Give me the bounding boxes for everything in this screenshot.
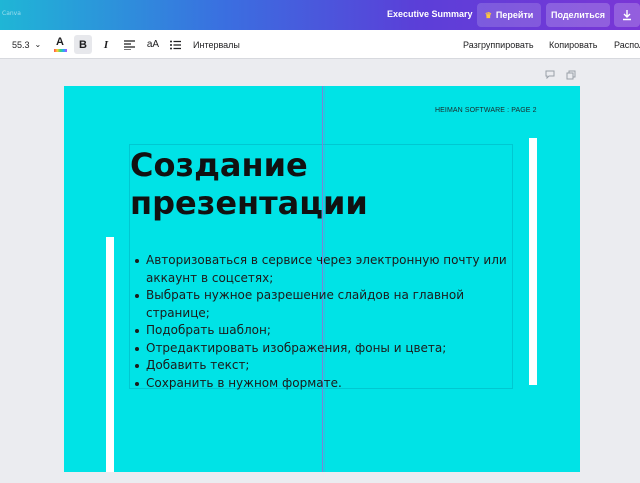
italic-button[interactable]: I (99, 30, 113, 59)
copy-label: Копировать (549, 39, 598, 50)
top-header: Canva Executive Summary ♛ Перейти Подели… (0, 0, 640, 30)
copy-button[interactable]: Копировать (549, 30, 597, 59)
arrange-label: Распол (614, 39, 640, 50)
list-item: Подобрать шаблон; (135, 322, 516, 340)
list-button[interactable] (168, 30, 182, 59)
list-item: Выбрать нужное разрешение слайдов на гла… (135, 287, 516, 322)
italic-icon: I (103, 38, 109, 51)
decorative-white-bar-right (529, 138, 537, 385)
share-button[interactable]: Поделиться (546, 3, 610, 27)
page-label[interactable]: HEIMAN SOFTWARE : PAGE 2 (435, 107, 537, 114)
text-color-button[interactable]: A (53, 30, 67, 59)
ungroup-label: Разгруппировать (463, 39, 534, 50)
arrange-button[interactable]: Распол (614, 30, 640, 59)
spacing-label: Интервалы (193, 39, 240, 50)
bold-button[interactable]: B (74, 35, 92, 54)
align-left-icon (123, 39, 135, 50)
font-size-value: 55.3 (12, 39, 30, 50)
ungroup-button[interactable]: Разгруппировать (463, 30, 534, 59)
bullet-list-icon (169, 40, 181, 49)
download-button[interactable] (614, 3, 640, 27)
comment-icon[interactable] (545, 70, 555, 82)
download-icon (623, 10, 631, 21)
logo-text[interactable]: Canva (2, 10, 21, 17)
document-title[interactable]: Executive Summary (387, 9, 473, 19)
crown-icon: ♛ (484, 10, 492, 20)
share-button-label: Поделиться (550, 10, 605, 20)
font-size-dropdown[interactable]: 55.3 ⌄ (12, 30, 41, 59)
letter-case-icon: aA (146, 39, 160, 50)
duplicate-page-icon[interactable] (566, 70, 576, 83)
color-bar (53, 49, 67, 52)
slide-page[interactable]: HEIMAN SOFTWARE : PAGE 2 Создание презен… (64, 86, 580, 472)
chevron-down-icon: ⌄ (34, 40, 42, 49)
list-item: Добавить текст; (135, 357, 516, 375)
go-button[interactable]: ♛ Перейти (477, 3, 541, 27)
list-item: Отредактировать изображения, фоны и цвет… (135, 340, 516, 358)
go-button-label: Перейти (495, 10, 534, 20)
text-toolbar: 55.3 ⌄ A B I aA Интервалы Разгруппироват… (0, 30, 640, 59)
align-button[interactable] (122, 30, 136, 59)
list-item: Сохранить в нужном формате. (135, 375, 516, 393)
text-color-icon: A (56, 36, 64, 48)
decorative-white-bar-left (106, 237, 114, 472)
spacing-button[interactable]: Интервалы (193, 30, 240, 59)
letter-case-button[interactable]: aA (145, 30, 161, 59)
bold-icon: B (79, 38, 87, 51)
slide-title[interactable]: Создание презентации (130, 146, 430, 222)
list-item: Авторизоваться в сервисе через электронн… (135, 252, 516, 287)
bullet-list[interactable]: Авторизоваться в сервисе через электронн… (135, 252, 516, 393)
